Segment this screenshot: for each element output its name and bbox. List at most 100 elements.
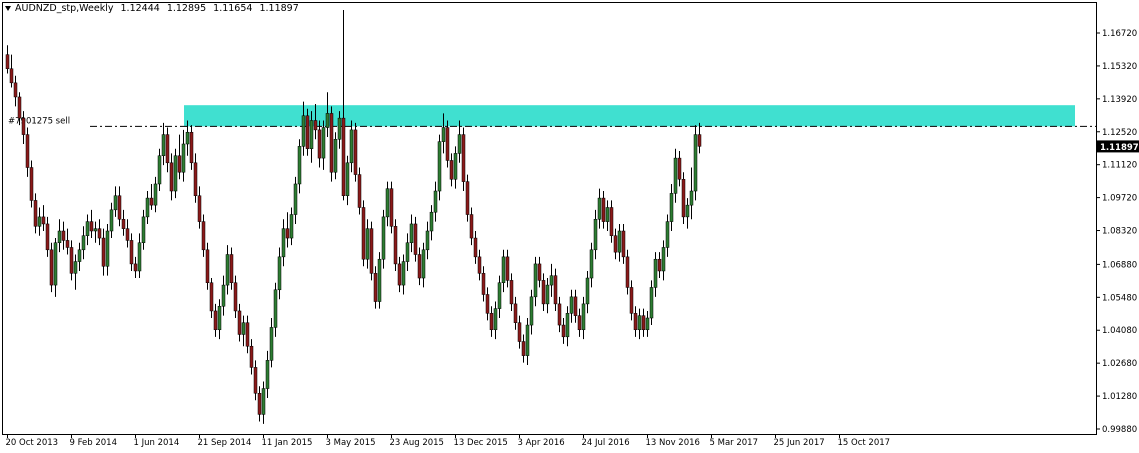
candle[interactable]: [357, 167, 362, 215]
candle-body: [13, 82, 18, 98]
candle[interactable]: [437, 134, 442, 201]
candle-body: [281, 228, 286, 258]
candle-body: [125, 228, 130, 241]
order-label: #7901275 sell: [8, 116, 70, 126]
candle[interactable]: [377, 252, 382, 309]
candle-body: [345, 162, 350, 196]
candle-body: [325, 113, 330, 128]
candle-body: [549, 275, 554, 286]
candle-body: [201, 221, 206, 251]
chart-area[interactable]: #7901275 sell 1.16720 1.15320 1.13920 1.125…: [0, 0, 1139, 453]
candle[interactable]: [693, 125, 698, 201]
candle-body: [561, 324, 566, 338]
candle-body: [93, 228, 98, 232]
candle-body: [417, 254, 422, 279]
candle-body: [685, 204, 690, 218]
candle-body: [641, 315, 646, 331]
candle-body: [573, 296, 578, 316]
candle-body: [185, 131, 190, 145]
y-tick-label: 1.06880: [1102, 260, 1137, 270]
candle-body: [601, 197, 606, 222]
candle-body: [45, 223, 50, 251]
candle-body: [257, 393, 262, 415]
candle[interactable]: [173, 148, 178, 199]
candle-body: [517, 322, 522, 342]
candle-body: [193, 162, 198, 196]
x-tick-label: 25 Jun 2017: [774, 438, 825, 448]
candle-body: [109, 209, 114, 232]
candle-body: [569, 296, 574, 314]
y-tick-label: 1.05480: [1102, 293, 1137, 303]
candle-body: [381, 216, 386, 260]
candle-body: [597, 197, 602, 220]
candle[interactable]: [461, 127, 466, 192]
candle[interactable]: [333, 132, 338, 180]
candle[interactable]: [49, 242, 54, 293]
candle-body: [225, 254, 230, 286]
candle-body: [457, 134, 462, 154]
candle-body: [369, 228, 374, 274]
candle-body: [105, 230, 110, 267]
price-tag-layer: 1.11897: [1097, 140, 1139, 153]
x-tick-label: 3 Apr 2016: [518, 438, 565, 448]
candle[interactable]: [445, 120, 450, 168]
x-tick-label: 20 Oct 2013: [6, 438, 59, 448]
candle[interactable]: [29, 160, 34, 208]
candle[interactable]: [205, 242, 210, 290]
candle-body: [493, 308, 498, 331]
candle-body: [437, 141, 442, 192]
x-tick-label: 1 Jun 2014: [134, 438, 180, 448]
candle-body: [293, 183, 298, 215]
candle-body: [309, 120, 314, 149]
candle[interactable]: [465, 174, 470, 222]
symbol-info-bar: AUDNZD_stp,Weekly 1.12444 1.12895 1.1165…: [5, 3, 303, 15]
candlestick-chart[interactable]: #7901275 sell 1.16720 1.15320 1.13920 1.125…: [0, 0, 1139, 453]
candle-body: [77, 249, 82, 262]
resistance-zone[interactable]: [184, 105, 1075, 127]
candle-body: [17, 96, 22, 119]
candle-body: [481, 273, 486, 295]
candle[interactable]: [393, 219, 398, 271]
candle[interactable]: [353, 122, 358, 182]
x-tick-label: 21 Sep 2014: [198, 438, 252, 448]
dropdown-triangle-icon[interactable]: [5, 5, 11, 11]
candle[interactable]: [681, 172, 686, 224]
candle-body: [465, 181, 470, 215]
candle-body: [553, 275, 558, 305]
high-value: 1.12895: [166, 3, 207, 14]
candle-body: [305, 115, 310, 149]
candle-body: [33, 200, 38, 227]
candle[interactable]: [329, 106, 334, 182]
candle-body: [621, 230, 626, 258]
candle-body: [261, 388, 266, 415]
candle-body: [341, 117, 346, 196]
candle-body: [161, 134, 166, 157]
candle-body: [49, 249, 54, 286]
close-value: 1.11897: [259, 3, 299, 14]
candle[interactable]: [305, 108, 310, 156]
x-tick-label: 9 Feb 2014: [70, 438, 118, 448]
y-tick-label: 1.04080: [1102, 326, 1137, 336]
candle-body: [497, 282, 502, 309]
candle-body: [57, 230, 62, 244]
candle[interactable]: [361, 200, 366, 267]
candle-body: [385, 188, 390, 218]
chart-background: [0, 0, 1139, 453]
candle-body: [269, 327, 274, 361]
candle-body: [245, 322, 250, 347]
candle-body: [669, 193, 674, 222]
candle[interactable]: [389, 181, 394, 234]
candle-body: [9, 68, 14, 84]
candle-body: [629, 287, 634, 314]
candle-body: [357, 174, 362, 208]
candle[interactable]: [369, 221, 374, 281]
candle-body: [21, 117, 26, 135]
candle-body: [249, 345, 254, 368]
candle-body: [137, 242, 142, 272]
candle-body: [541, 280, 546, 305]
candle-body: [445, 127, 450, 161]
candle-body: [389, 188, 394, 227]
candle-body: [349, 129, 354, 164]
candle-body: [609, 207, 614, 236]
candle-body: [677, 157, 682, 180]
